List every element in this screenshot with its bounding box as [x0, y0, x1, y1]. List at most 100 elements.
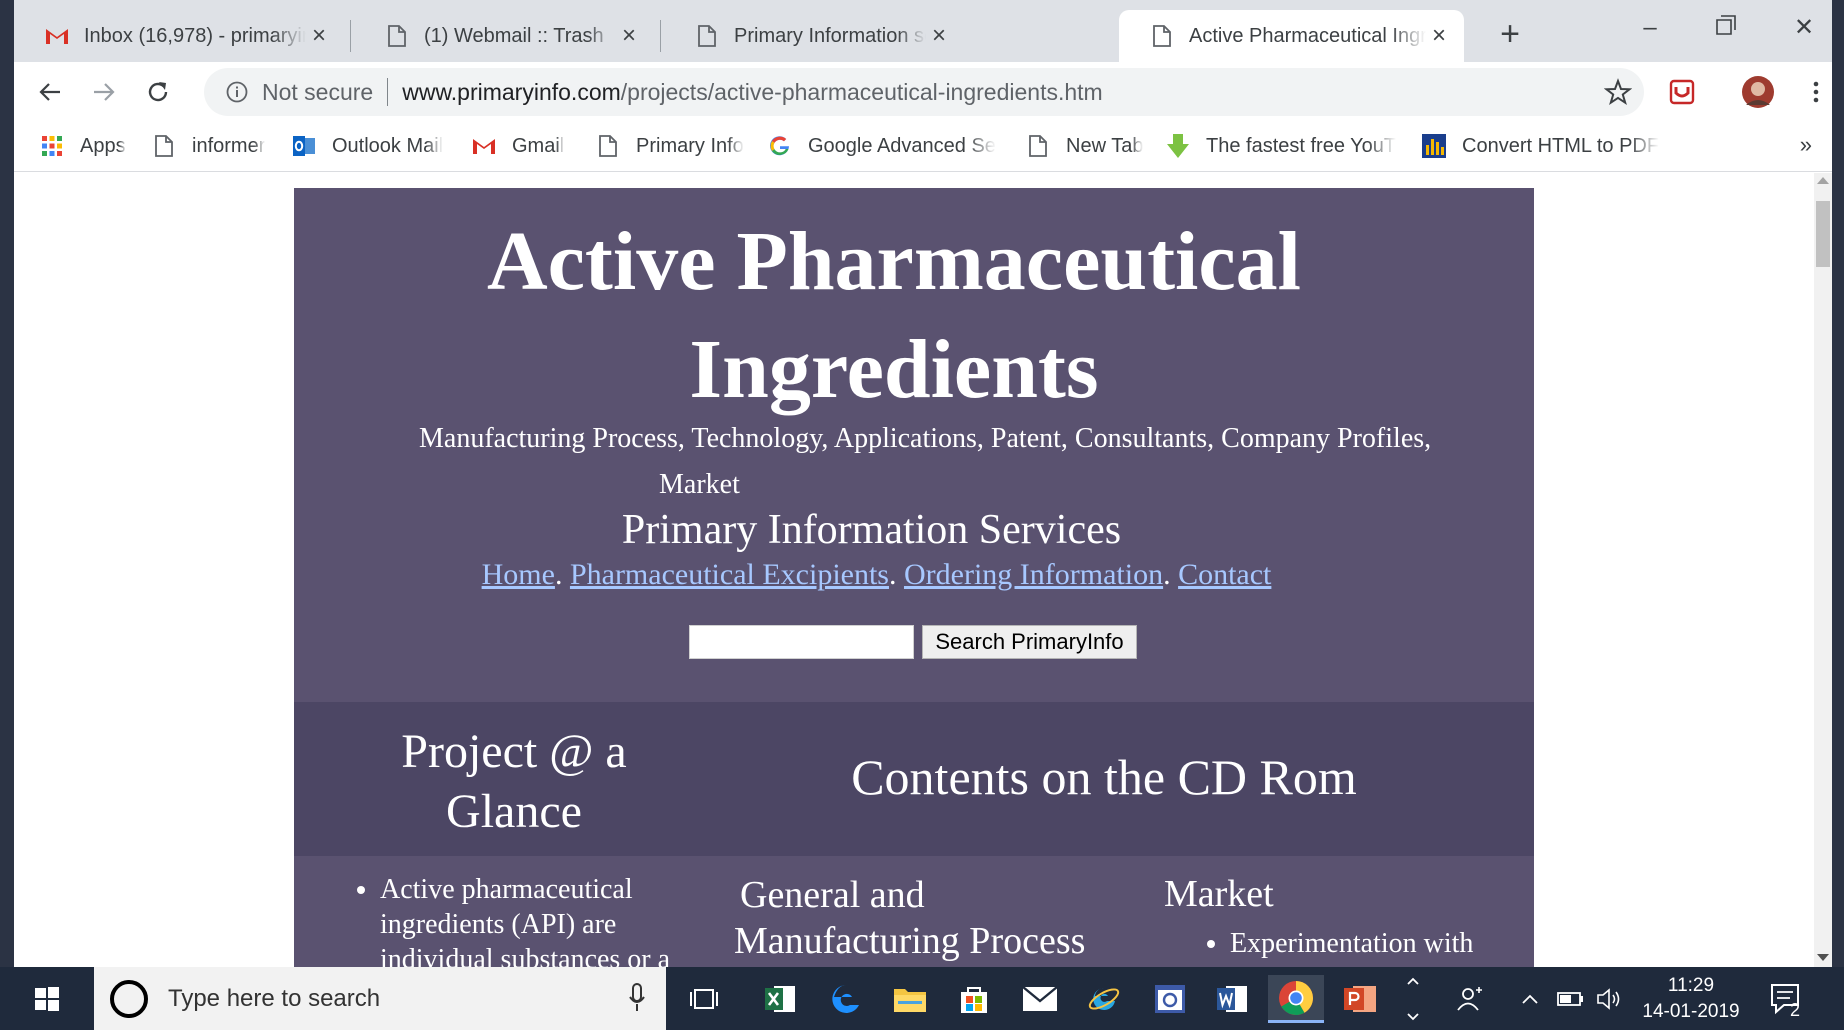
taskbar-edge[interactable] — [818, 975, 874, 1023]
bookmark-new-tab[interactable]: New Tab — [1024, 130, 1143, 162]
folder-icon — [894, 989, 926, 1012]
taskbar-store[interactable] — [946, 975, 1002, 1023]
tab-title: (1) Webmail :: Trash — [424, 24, 604, 47]
minimize-button[interactable]: – — [1622, 6, 1678, 50]
security-label[interactable]: Not secure — [262, 79, 373, 106]
back-button[interactable] — [28, 70, 72, 114]
cortana-icon — [110, 979, 148, 1018]
contents-heading: Contents on the CD Rom — [851, 749, 1357, 805]
bookmarks-overflow-button[interactable]: » — [1800, 132, 1812, 158]
task-view-button[interactable] — [676, 975, 732, 1023]
microphone-icon[interactable] — [628, 983, 646, 1013]
apps-grid-icon — [38, 132, 66, 160]
battery-button[interactable] — [1556, 967, 1586, 1030]
site-search-input[interactable] — [689, 625, 914, 659]
url-text[interactable]: www.primaryinfo.com/projects/active-phar… — [402, 79, 1102, 106]
restore-icon — [1716, 15, 1736, 35]
nav-link-contact[interactable]: Contact — [1178, 558, 1271, 591]
speaker-icon — [1597, 987, 1620, 1010]
tab-title: Primary Information services — [734, 24, 926, 47]
people-icon — [1457, 986, 1482, 1011]
nav-separator: . — [888, 558, 897, 591]
menu-button[interactable] — [1794, 70, 1838, 114]
scroll-thumb[interactable] — [1816, 201, 1830, 267]
scroll-down-arrow-icon[interactable] — [1817, 954, 1829, 961]
market-section: Market Experimentation with — [1164, 872, 1524, 960]
info-icon[interactable] — [224, 79, 250, 105]
new-tab-button[interactable]: + — [1490, 14, 1530, 54]
forward-button[interactable] — [82, 70, 126, 114]
tab-primary-info[interactable]: Primary Information services × — [664, 10, 964, 62]
tab-inbox[interactable]: Inbox (16,978) - primaryinfo@ × — [14, 10, 344, 62]
nav-link-ordering-information[interactable]: Ordering Information — [904, 558, 1163, 591]
chevron-up-down-icon — [1407, 977, 1419, 1020]
download-arrow-icon — [1164, 132, 1192, 160]
bookmark-convert-html[interactable]: Convert HTML to PDF — [1420, 130, 1670, 162]
google-icon — [766, 132, 794, 160]
reload-icon — [148, 82, 168, 102]
taskbar-app-viewer[interactable] — [1142, 975, 1198, 1023]
taskbar-scroll-buttons[interactable] — [1398, 967, 1428, 1030]
url-path: /projects/active-pharmaceutical-ingredie… — [620, 78, 1103, 105]
show-hidden-icons-button[interactable] — [1518, 967, 1542, 1030]
taskbar-file-explorer[interactable] — [882, 975, 938, 1023]
page-icon — [1024, 132, 1052, 160]
internet-explorer-icon — [1088, 987, 1120, 1010]
extension-button[interactable] — [1660, 70, 1704, 114]
tab-active-pharmaceutical[interactable]: Active Pharmaceutical Ingredients × — [1119, 10, 1464, 62]
bookmark-label: The fastest free YouT — [1206, 134, 1397, 157]
taskbar-powerpoint[interactable] — [1332, 975, 1388, 1023]
bookmark-outlook[interactable]: Outlook Mail — [290, 130, 443, 162]
taskbar-chrome[interactable] — [1268, 975, 1324, 1023]
outlook-icon — [290, 132, 318, 160]
vertical-scrollbar[interactable] — [1814, 173, 1832, 967]
edge-icon — [832, 985, 859, 1013]
store-bag-icon — [961, 987, 987, 1013]
shield-extension-icon — [1669, 79, 1695, 105]
reload-button[interactable] — [136, 70, 180, 114]
taskbar-internet-explorer[interactable] — [1076, 975, 1132, 1023]
close-icon[interactable]: × — [1426, 23, 1452, 49]
scroll-up-arrow-icon[interactable] — [1817, 177, 1829, 184]
browser-toolbar: Not secure www.primaryinfo.com/projects/… — [14, 62, 1832, 120]
restore-button[interactable] — [1698, 6, 1754, 50]
search-primaryinfo-button[interactable]: Search PrimaryInfo — [922, 625, 1137, 659]
volume-button[interactable] — [1594, 967, 1626, 1030]
window-edge-left — [0, 0, 14, 967]
taskbar-excel[interactable] — [752, 975, 808, 1023]
app-window-icon — [1155, 985, 1185, 1013]
close-icon[interactable]: × — [306, 23, 332, 49]
windows-logo-icon — [35, 986, 59, 1011]
bookmark-label: New Tab — [1066, 134, 1144, 157]
nav-separator: . — [1163, 558, 1171, 591]
bookmark-informer[interactable]: informer — [150, 130, 265, 162]
window-edge-right — [1832, 0, 1844, 967]
bookmark-primary-info[interactable]: Primary Info — [594, 130, 744, 162]
tab-title: Active Pharmaceutical Ingredients — [1189, 24, 1426, 47]
subtitle-line2: Market — [659, 469, 740, 500]
taskbar-word[interactable] — [1204, 975, 1260, 1023]
bookmark-label: Outlook Mail — [332, 134, 444, 157]
bookmark-youtube-downloader[interactable]: The fastest free YouT — [1164, 130, 1404, 162]
people-button[interactable] — [1452, 967, 1488, 1030]
taskbar: Type here to search 11:29 14-01-2019 2 — [0, 967, 1844, 1030]
address-bar[interactable]: Not secure www.primaryinfo.com/projects/… — [204, 68, 1644, 116]
taskbar-mail[interactable] — [1012, 975, 1068, 1023]
close-icon[interactable]: × — [926, 23, 952, 49]
close-window-button[interactable]: ✕ — [1776, 6, 1832, 50]
tab-webmail[interactable]: (1) Webmail :: Trash × — [354, 10, 654, 62]
bookmark-google-advanced[interactable]: Google Advanced Se — [766, 130, 1006, 162]
gmail-icon — [44, 23, 70, 49]
close-icon[interactable]: × — [616, 23, 642, 49]
gmail-icon — [470, 132, 498, 160]
bookmark-apps[interactable]: Apps — [38, 130, 126, 162]
nav-link-home[interactable]: Home — [482, 558, 555, 591]
system-clock[interactable]: 11:29 14-01-2019 — [1636, 973, 1746, 1025]
taskbar-search-box[interactable]: Type here to search — [94, 967, 666, 1030]
nav-link-pharmaceutical-excipients[interactable]: Pharmaceutical Excipients — [570, 558, 889, 591]
forward-arrow-icon — [94, 83, 115, 101]
bookmark-star-icon[interactable] — [1604, 78, 1632, 106]
bookmark-gmail[interactable]: Gmail — [470, 130, 564, 162]
start-button[interactable] — [0, 967, 94, 1030]
profile-button[interactable] — [1736, 70, 1780, 114]
